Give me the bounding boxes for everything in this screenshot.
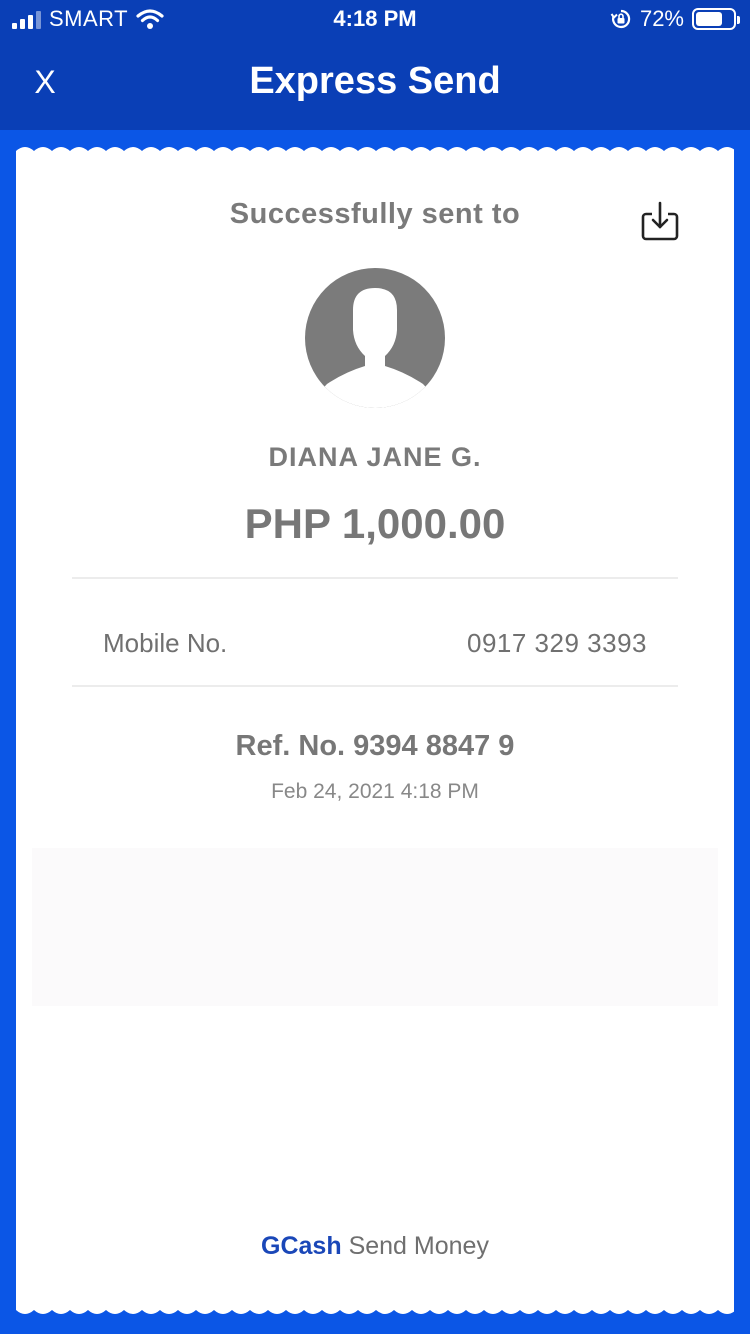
- battery-icon: [692, 8, 740, 30]
- banner-placeholder: [32, 848, 718, 1006]
- footer-suffix: Send Money: [348, 1232, 489, 1260]
- gcash-brand: GCash: [261, 1232, 342, 1260]
- receipt-top-edge: [16, 147, 734, 157]
- recipient-name: DIANA JANE G.: [268, 442, 482, 472]
- status-bar: SMART 4:18 PM 72%: [0, 0, 750, 40]
- reference-number: Ref. No. 9394 8847 9: [235, 730, 515, 762]
- transaction-datetime: Feb 24, 2021 4:18 PM: [271, 780, 479, 803]
- divider: [72, 685, 678, 687]
- divider: [72, 577, 678, 579]
- status-right: 72%: [610, 6, 740, 32]
- download-icon[interactable]: [640, 200, 680, 242]
- battery-percent: 72%: [639, 6, 684, 31]
- amount: PHP 1,000.00: [244, 500, 506, 547]
- nav-bar: X Express Send: [0, 40, 750, 130]
- mobile-value: 0917 329 3393: [466, 628, 647, 658]
- orientation-lock-icon: [610, 9, 631, 29]
- footer-brand: GCash Send Money: [16, 1232, 734, 1261]
- mobile-label: Mobile No.: [103, 628, 228, 658]
- page-title: Express Send: [249, 60, 501, 102]
- receipt-card: Successfully sent to DIANA JANE G. PHP 1…: [16, 156, 734, 1306]
- success-text: Successfully sent to: [229, 198, 521, 230]
- receipt-bottom-edge: [16, 1304, 734, 1314]
- avatar-placeholder-icon: [305, 268, 445, 408]
